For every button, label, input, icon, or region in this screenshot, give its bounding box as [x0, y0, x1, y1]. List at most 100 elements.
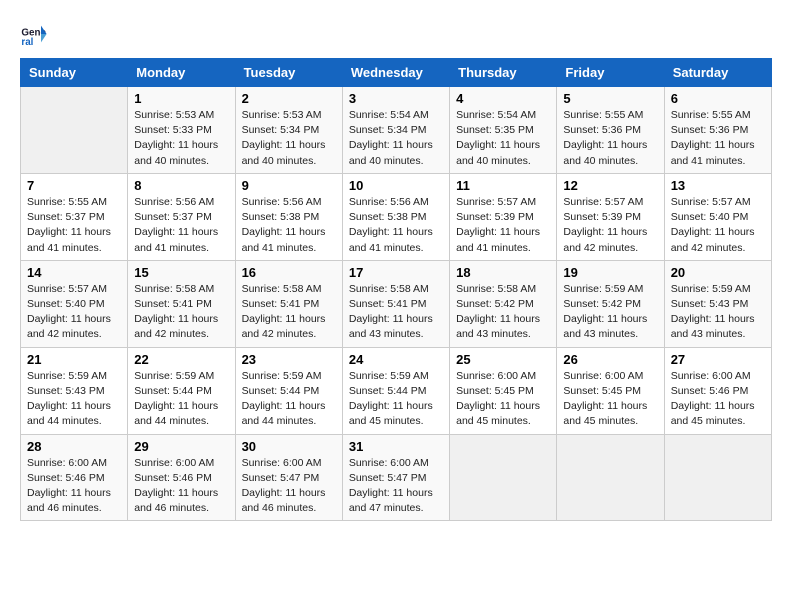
calendar-cell: 11 Sunrise: 5:57 AMSunset: 5:39 PMDayligh… — [450, 173, 557, 260]
calendar-cell: 27 Sunrise: 6:00 AMSunset: 5:46 PMDayligh… — [664, 347, 771, 434]
logo: Gene ral — [20, 20, 52, 48]
day-number: 3 — [349, 91, 443, 106]
day-number: 15 — [134, 265, 228, 280]
calendar-cell: 23 Sunrise: 5:59 AMSunset: 5:44 PMDayligh… — [235, 347, 342, 434]
svg-text:ral: ral — [21, 37, 33, 48]
day-number: 10 — [349, 178, 443, 193]
day-number: 11 — [456, 178, 550, 193]
calendar-cell: 20 Sunrise: 5:59 AMSunset: 5:43 PMDayligh… — [664, 260, 771, 347]
calendar-cell: 29 Sunrise: 6:00 AMSunset: 5:46 PMDayligh… — [128, 434, 235, 521]
day-number: 16 — [242, 265, 336, 280]
day-number: 29 — [134, 439, 228, 454]
day-info: Sunrise: 5:53 AMSunset: 5:34 PMDaylight:… — [242, 108, 336, 169]
header-day-monday: Monday — [128, 59, 235, 87]
calendar-cell: 26 Sunrise: 6:00 AMSunset: 5:45 PMDayligh… — [557, 347, 664, 434]
header-day-wednesday: Wednesday — [342, 59, 449, 87]
calendar-cell: 10 Sunrise: 5:56 AMSunset: 5:38 PMDayligh… — [342, 173, 449, 260]
calendar-cell: 31Sunrise: 6:00 AMSunset: 5:47 PMDayligh… — [342, 434, 449, 521]
header-day-sunday: Sunday — [21, 59, 128, 87]
day-info: Sunrise: 5:54 AMSunset: 5:35 PMDaylight:… — [456, 108, 550, 169]
day-info: Sunrise: 5:55 AMSunset: 5:37 PMDaylight:… — [27, 195, 121, 256]
day-number: 31 — [349, 439, 443, 454]
day-info: Sunrise: 5:59 AMSunset: 5:44 PMDaylight:… — [242, 369, 336, 430]
day-number: 19 — [563, 265, 657, 280]
calendar-cell: 15Sunrise: 5:58 AMSunset: 5:41 PMDayligh… — [128, 260, 235, 347]
calendar-cell: 19 Sunrise: 5:59 AMSunset: 5:42 PMDayligh… — [557, 260, 664, 347]
calendar-cell — [664, 434, 771, 521]
day-info: Sunrise: 5:56 AMSunset: 5:38 PMDaylight:… — [349, 195, 443, 256]
calendar-cell — [557, 434, 664, 521]
day-number: 23 — [242, 352, 336, 367]
calendar-cell: 8Sunrise: 5:56 AMSunset: 5:37 PMDaylight… — [128, 173, 235, 260]
day-number: 25 — [456, 352, 550, 367]
day-info: Sunrise: 5:59 AMSunset: 5:42 PMDaylight:… — [563, 282, 657, 343]
day-info: Sunrise: 5:55 AMSunset: 5:36 PMDaylight:… — [671, 108, 765, 169]
calendar-cell: 22 Sunrise: 5:59 AMSunset: 5:44 PMDayligh… — [128, 347, 235, 434]
calendar-header: SundayMondayTuesdayWednesdayThursdayFrid… — [21, 59, 772, 87]
week-row-5: 28Sunrise: 6:00 AMSunset: 5:46 PMDayligh… — [21, 434, 772, 521]
header-day-saturday: Saturday — [664, 59, 771, 87]
day-info: Sunrise: 5:54 AMSunset: 5:34 PMDaylight:… — [349, 108, 443, 169]
calendar-cell: 25 Sunrise: 6:00 AMSunset: 5:45 PMDayligh… — [450, 347, 557, 434]
header-day-tuesday: Tuesday — [235, 59, 342, 87]
day-info: Sunrise: 5:59 AMSunset: 5:44 PMDaylight:… — [134, 369, 228, 430]
day-number: 22 — [134, 352, 228, 367]
calendar-table: SundayMondayTuesdayWednesdayThursdayFrid… — [20, 58, 772, 521]
day-number: 21 — [27, 352, 121, 367]
day-number: 24 — [349, 352, 443, 367]
day-info: Sunrise: 5:57 AMSunset: 5:40 PMDaylight:… — [671, 195, 765, 256]
day-number: 26 — [563, 352, 657, 367]
calendar-cell: 2Sunrise: 5:53 AMSunset: 5:34 PMDaylight… — [235, 87, 342, 174]
header-day-friday: Friday — [557, 59, 664, 87]
day-number: 14 — [27, 265, 121, 280]
day-number: 27 — [671, 352, 765, 367]
page-header: Gene ral — [20, 20, 772, 48]
day-number: 20 — [671, 265, 765, 280]
day-info: Sunrise: 6:00 AMSunset: 5:46 PMDaylight:… — [671, 369, 765, 430]
header-day-thursday: Thursday — [450, 59, 557, 87]
week-row-2: 7 Sunrise: 5:55 AMSunset: 5:37 PMDaylight… — [21, 173, 772, 260]
calendar-cell: 9Sunrise: 5:56 AMSunset: 5:38 PMDaylight… — [235, 173, 342, 260]
logo-icon: Gene ral — [20, 20, 48, 48]
day-number: 8 — [134, 178, 228, 193]
day-number: 18 — [456, 265, 550, 280]
day-number: 1 — [134, 91, 228, 106]
calendar-cell: 24Sunrise: 5:59 AMSunset: 5:44 PMDayligh… — [342, 347, 449, 434]
day-info: Sunrise: 6:00 AMSunset: 5:45 PMDaylight:… — [456, 369, 550, 430]
calendar-cell: 13 Sunrise: 5:57 AMSunset: 5:40 PMDayligh… — [664, 173, 771, 260]
calendar-cell — [450, 434, 557, 521]
day-number: 6 — [671, 91, 765, 106]
calendar-cell: 21 Sunrise: 5:59 AMSunset: 5:43 PMDayligh… — [21, 347, 128, 434]
calendar-cell: 1Sunrise: 5:53 AMSunset: 5:33 PMDaylight… — [128, 87, 235, 174]
week-row-3: 14 Sunrise: 5:57 AMSunset: 5:40 PMDayligh… — [21, 260, 772, 347]
day-number: 12 — [563, 178, 657, 193]
day-number: 5 — [563, 91, 657, 106]
day-number: 4 — [456, 91, 550, 106]
calendar-cell: 18Sunrise: 5:58 AMSunset: 5:42 PMDayligh… — [450, 260, 557, 347]
day-number: 13 — [671, 178, 765, 193]
calendar-cell: 4 Sunrise: 5:54 AMSunset: 5:35 PMDaylight… — [450, 87, 557, 174]
day-number: 9 — [242, 178, 336, 193]
calendar-cell: 16Sunrise: 5:58 AMSunset: 5:41 PMDayligh… — [235, 260, 342, 347]
day-number: 7 — [27, 178, 121, 193]
calendar-cell: 7 Sunrise: 5:55 AMSunset: 5:37 PMDaylight… — [21, 173, 128, 260]
week-row-1: 1Sunrise: 5:53 AMSunset: 5:33 PMDaylight… — [21, 87, 772, 174]
day-info: Sunrise: 6:00 AMSunset: 5:46 PMDaylight:… — [134, 456, 228, 517]
calendar-cell: 17 Sunrise: 5:58 AMSunset: 5:41 PMDayligh… — [342, 260, 449, 347]
calendar-cell — [21, 87, 128, 174]
week-row-4: 21 Sunrise: 5:59 AMSunset: 5:43 PMDayligh… — [21, 347, 772, 434]
day-info: Sunrise: 5:59 AMSunset: 5:43 PMDaylight:… — [27, 369, 121, 430]
calendar-cell: 12 Sunrise: 5:57 AMSunset: 5:39 PMDayligh… — [557, 173, 664, 260]
day-info: Sunrise: 5:57 AMSunset: 5:39 PMDaylight:… — [456, 195, 550, 256]
day-info: Sunrise: 6:00 AMSunset: 5:46 PMDaylight:… — [27, 456, 121, 517]
calendar-cell: 3 Sunrise: 5:54 AMSunset: 5:34 PMDaylight… — [342, 87, 449, 174]
calendar-cell: 6 Sunrise: 5:55 AMSunset: 5:36 PMDaylight… — [664, 87, 771, 174]
day-info: Sunrise: 5:57 AMSunset: 5:40 PMDaylight:… — [27, 282, 121, 343]
day-info: Sunrise: 6:00 AMSunset: 5:45 PMDaylight:… — [563, 369, 657, 430]
day-info: Sunrise: 5:55 AMSunset: 5:36 PMDaylight:… — [563, 108, 657, 169]
day-number: 30 — [242, 439, 336, 454]
day-info: Sunrise: 5:58 AMSunset: 5:41 PMDaylight:… — [349, 282, 443, 343]
day-info: Sunrise: 5:57 AMSunset: 5:39 PMDaylight:… — [563, 195, 657, 256]
day-info: Sunrise: 5:59 AMSunset: 5:43 PMDaylight:… — [671, 282, 765, 343]
day-number: 17 — [349, 265, 443, 280]
